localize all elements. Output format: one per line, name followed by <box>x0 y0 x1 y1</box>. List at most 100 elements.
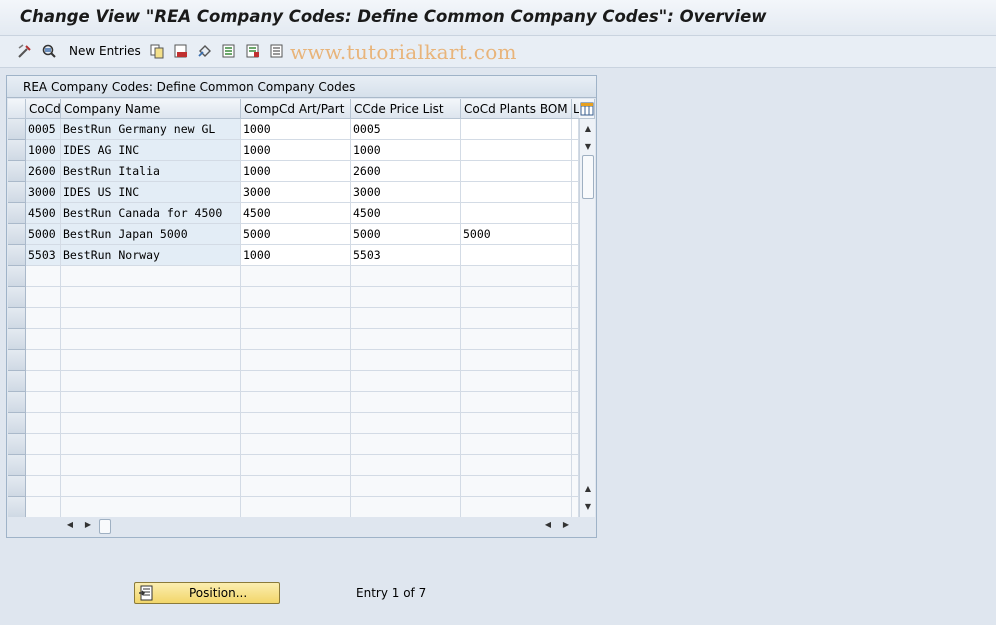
cell-cocd <box>26 476 61 497</box>
col-header-cocd-plants-bom[interactable]: CoCd Plants BOM <box>461 99 572 119</box>
col-header-company-name[interactable]: Company Name <box>61 99 241 119</box>
vertical-scroll-thumb[interactable] <box>582 155 594 199</box>
cell-l[interactable] <box>572 203 579 224</box>
cell-art[interactable]: 1000 <box>241 245 351 266</box>
cell-price[interactable]: 3000 <box>351 182 461 203</box>
cell-bom[interactable] <box>461 140 572 161</box>
table-row: 4500 BestRun Canada for 4500 4500 4500 <box>8 203 579 224</box>
cell-price[interactable]: 4500 <box>351 203 461 224</box>
other-view-icon[interactable] <box>40 42 57 59</box>
cell-name <box>61 434 241 455</box>
cell-price[interactable]: 1000 <box>351 140 461 161</box>
cell-bom[interactable] <box>461 119 572 140</box>
undo-change-icon[interactable] <box>196 42 213 59</box>
cell-art[interactable]: 4500 <box>241 203 351 224</box>
row-selector[interactable] <box>8 224 26 245</box>
cell-l[interactable] <box>572 161 579 182</box>
cell-bom <box>461 266 572 287</box>
row-selector[interactable] <box>8 350 26 371</box>
cell-price[interactable]: 0005 <box>351 119 461 140</box>
cell-price[interactable]: 5000 <box>351 224 461 245</box>
cell-price[interactable]: 5503 <box>351 245 461 266</box>
cell-art <box>241 413 351 434</box>
cell-cocd: 5503 <box>26 245 61 266</box>
cell-l[interactable] <box>572 245 579 266</box>
cell-bom[interactable] <box>461 203 572 224</box>
toolbar: New Entries www.tutorialkart.com <box>0 36 996 68</box>
row-selector[interactable] <box>8 413 26 434</box>
cell-art <box>241 476 351 497</box>
row-selector[interactable] <box>8 308 26 329</box>
select-block-icon[interactable] <box>244 42 261 59</box>
scroll-far-left-icon[interactable]: ◀ <box>542 520 554 529</box>
cell-bom[interactable] <box>461 245 572 266</box>
row-selector[interactable] <box>8 245 26 266</box>
scroll-far-right-icon[interactable]: ▶ <box>560 520 572 529</box>
scroll-left-icon[interactable]: ◀ <box>64 520 76 529</box>
cell-l <box>572 413 579 434</box>
col-header-ccde-price-list[interactable]: CCde Price List <box>351 99 461 119</box>
select-all-icon[interactable] <box>220 42 237 59</box>
table-row <box>8 329 579 350</box>
horizontal-scrollbar[interactable]: ◀ ▶ ◀ ▶ <box>8 517 595 537</box>
row-selector[interactable] <box>8 161 26 182</box>
cell-price <box>351 371 461 392</box>
cell-name: BestRun Norway <box>61 245 241 266</box>
cell-name <box>61 476 241 497</box>
deselect-all-icon[interactable] <box>268 42 285 59</box>
row-selector[interactable] <box>8 203 26 224</box>
cell-l[interactable] <box>572 224 579 245</box>
cell-price[interactable]: 2600 <box>351 161 461 182</box>
row-selector[interactable] <box>8 119 26 140</box>
row-selector[interactable] <box>8 434 26 455</box>
scroll-page-down-icon[interactable]: ▼ <box>580 137 595 155</box>
scroll-up-icon[interactable]: ▲ <box>580 119 595 137</box>
row-selector[interactable] <box>8 476 26 497</box>
row-selector[interactable] <box>8 182 26 203</box>
horizontal-scroll-thumb[interactable] <box>99 519 111 534</box>
col-header-cocd[interactable]: CoCd <box>26 99 61 119</box>
row-selector[interactable] <box>8 371 26 392</box>
cell-art[interactable]: 1000 <box>241 140 351 161</box>
table-row: 0005 BestRun Germany new GL 1000 0005 <box>8 119 579 140</box>
display-change-icon[interactable] <box>16 42 33 59</box>
cell-name: BestRun Italia <box>61 161 241 182</box>
copy-icon[interactable] <box>148 42 165 59</box>
cell-bom <box>461 476 572 497</box>
table-row <box>8 392 579 413</box>
row-selector[interactable] <box>8 140 26 161</box>
table-row <box>8 476 579 497</box>
row-selector[interactable] <box>8 287 26 308</box>
table-row <box>8 350 579 371</box>
cell-art <box>241 392 351 413</box>
cell-l[interactable] <box>572 119 579 140</box>
vertical-scrollbar[interactable]: ▲ ▼ ▲ ▼ <box>579 119 595 517</box>
cell-cocd <box>26 371 61 392</box>
cell-cocd <box>26 413 61 434</box>
new-entries-button[interactable]: New Entries <box>69 44 141 58</box>
cell-bom[interactable]: 5000 <box>461 224 572 245</box>
row-selector[interactable] <box>8 392 26 413</box>
cell-art[interactable]: 1000 <box>241 119 351 140</box>
cell-bom[interactable] <box>461 182 572 203</box>
cell-bom <box>461 371 572 392</box>
scroll-page-up-icon[interactable]: ▲ <box>580 479 595 497</box>
row-selector[interactable] <box>8 266 26 287</box>
delete-icon[interactable] <box>172 42 189 59</box>
cell-l[interactable] <box>572 182 579 203</box>
cell-bom[interactable] <box>461 161 572 182</box>
position-button[interactable]: Position... <box>134 582 280 604</box>
column-settings-icon[interactable] <box>579 99 595 119</box>
cell-art[interactable]: 3000 <box>241 182 351 203</box>
cell-l[interactable] <box>572 140 579 161</box>
row-selector[interactable] <box>8 497 26 517</box>
col-header-compcd-art-part[interactable]: CompCd Art/Part <box>241 99 351 119</box>
scroll-right-icon[interactable]: ▶ <box>82 520 94 529</box>
cell-art[interactable]: 1000 <box>241 161 351 182</box>
row-selector[interactable] <box>8 455 26 476</box>
row-selector[interactable] <box>8 329 26 350</box>
table-row <box>8 308 579 329</box>
select-all-header[interactable] <box>8 99 26 119</box>
scroll-down-icon[interactable]: ▼ <box>580 497 595 515</box>
cell-art[interactable]: 5000 <box>241 224 351 245</box>
